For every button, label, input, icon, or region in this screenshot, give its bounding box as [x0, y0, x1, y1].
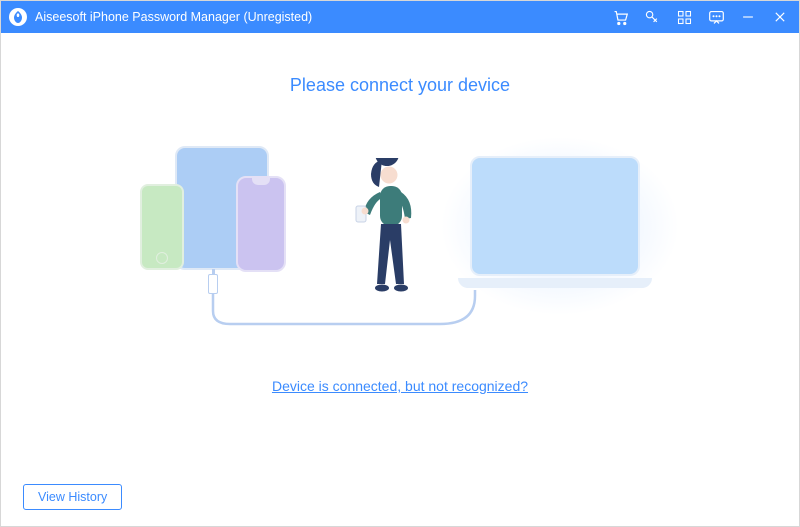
window-title: Aiseesoft iPhone Password Manager (Unreg…	[35, 10, 312, 24]
laptop-base-icon	[458, 278, 652, 288]
device-not-recognized-link[interactable]: Device is connected, but not recognized?	[272, 378, 528, 394]
minimize-button[interactable]	[739, 8, 757, 26]
close-button[interactable]	[771, 8, 789, 26]
grid-icon[interactable]	[675, 8, 693, 26]
app-window: Aiseesoft iPhone Password Manager (Unreg…	[0, 0, 800, 527]
main-area: Please connect your device	[1, 33, 799, 526]
person-icon	[345, 158, 435, 308]
titlebar-actions	[611, 8, 789, 26]
usb-connector-icon	[208, 274, 218, 294]
app-logo-icon	[9, 8, 27, 26]
feedback-icon[interactable]	[707, 8, 725, 26]
view-history-button[interactable]: View History	[23, 484, 122, 510]
key-icon[interactable]	[643, 8, 661, 26]
connect-illustration	[140, 146, 660, 336]
titlebar: Aiseesoft iPhone Password Manager (Unreg…	[1, 1, 799, 33]
phone-purple-icon	[236, 176, 286, 272]
cart-icon[interactable]	[611, 8, 629, 26]
phone-green-icon	[140, 184, 184, 270]
laptop-screen-icon	[470, 156, 640, 276]
page-headline: Please connect your device	[290, 75, 510, 96]
